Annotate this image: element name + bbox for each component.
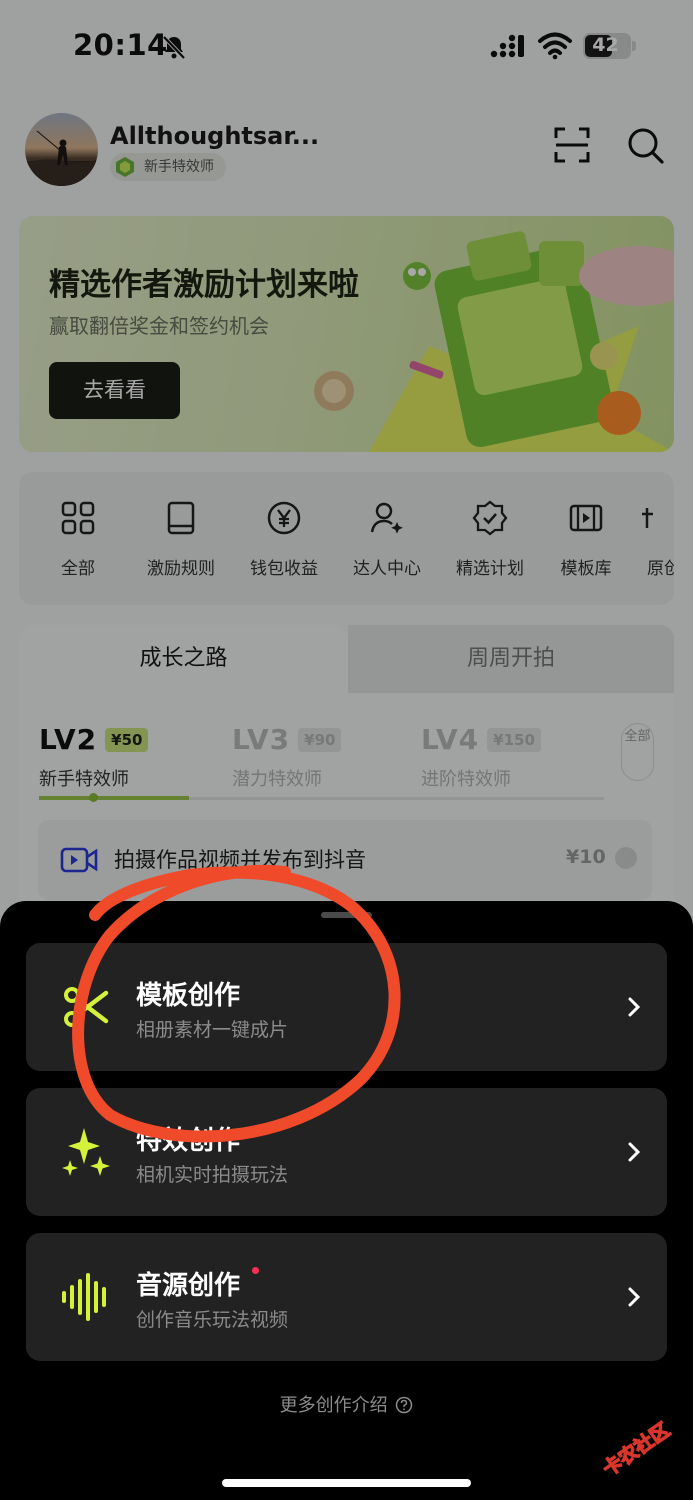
option-title: 模板创作	[136, 981, 241, 1011]
sparkles-icon	[62, 1128, 110, 1176]
screen: 20:14 42 Allthoughtsar... 新手特效师 精选作者激励计划…	[0, 0, 693, 1500]
scissors-icon	[64, 987, 109, 1027]
option-template-create[interactable]: 模板创作 相册素材一键成片	[26, 943, 667, 1071]
option-subtitle: 相机实时拍摄玩法	[136, 1164, 289, 1186]
option-subtitle: 相册素材一键成片	[136, 1019, 289, 1041]
option-audio-create[interactable]: 音源创作 创作音乐玩法视频	[26, 1233, 667, 1361]
sheet-drag-handle[interactable]	[321, 912, 372, 918]
more-link-label: 更多创作介绍	[279, 1395, 388, 1416]
option-subtitle: 创作音乐玩法视频	[136, 1309, 289, 1331]
option-title: 特效创作	[136, 1126, 241, 1156]
chevron-right-icon	[628, 997, 641, 1017]
chevron-right-icon	[628, 1142, 641, 1162]
chevron-right-icon	[628, 1287, 641, 1307]
watermark-stamp: 卡农社区	[598, 1417, 675, 1481]
option-effect-create[interactable]: 特效创作 相机实时拍摄玩法	[26, 1088, 667, 1216]
svg-text:卡农社区: 卡农社区	[598, 1418, 673, 1480]
new-indicator-dot	[252, 1267, 259, 1274]
option-title: 音源创作	[136, 1271, 241, 1301]
help-circle-icon	[396, 1396, 413, 1414]
soundwave-icon	[62, 1273, 106, 1321]
home-indicator[interactable]	[222, 1479, 471, 1487]
